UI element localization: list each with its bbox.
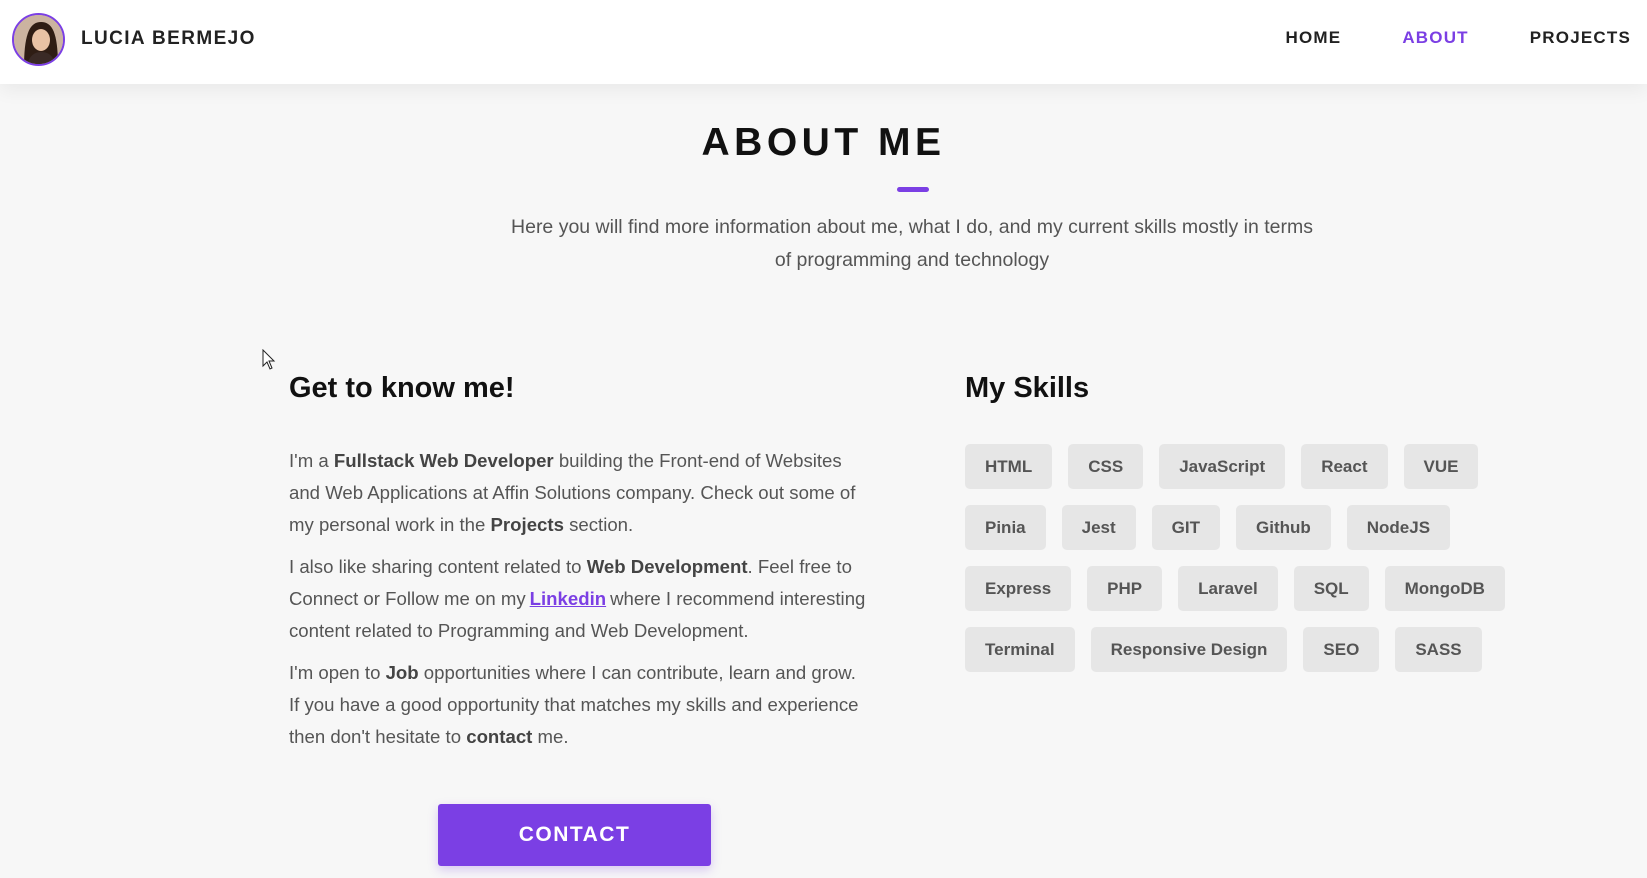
skill-chip-laravel: Laravel [1178, 566, 1278, 611]
skills-list: HTML CSS JavaScript React VUE Pinia Jest… [965, 444, 1525, 672]
site-header: LUCIA BERMEJO HOME ABOUT PROJECTS [0, 0, 1647, 84]
avatar[interactable] [12, 13, 65, 66]
text: I'm a [289, 450, 334, 471]
text: I'm open to [289, 662, 386, 683]
skill-chip-git: GIT [1151, 505, 1220, 550]
skill-chip-javascript: JavaScript [1159, 444, 1286, 489]
skill-chip-express: Express [965, 566, 1072, 611]
section-title: ABOUT ME [701, 121, 946, 164]
bold-text: contact [466, 726, 533, 747]
title-underline [897, 187, 929, 192]
about-text: I'm a Fullstack Web Developer building t… [289, 445, 869, 763]
nav-home[interactable]: HOME [1286, 28, 1342, 48]
skill-chip-mongodb: MongoDB [1384, 566, 1505, 611]
bold-text: Projects [490, 514, 564, 535]
skill-chip-react: React [1301, 444, 1388, 489]
bold-text: Job [385, 662, 419, 683]
skill-chip-github: Github [1236, 505, 1331, 550]
text: I also like sharing content related to [289, 556, 587, 577]
section-subtitle: Here you will find more information abou… [511, 216, 1313, 271]
skill-chip-nodejs: NodeJS [1346, 505, 1451, 550]
brand-name[interactable]: LUCIA BERMEJO [81, 28, 256, 50]
about-paragraph-1: I'm a Fullstack Web Developer building t… [289, 445, 869, 541]
nav-about[interactable]: ABOUT [1402, 28, 1468, 48]
skill-chip-html: HTML [965, 444, 1053, 489]
skill-chip-sass: SASS [1395, 627, 1482, 672]
linkedin-link[interactable]: Linkedin [530, 588, 606, 609]
text: section. [563, 514, 634, 535]
nav-projects[interactable]: PROJECTS [1530, 28, 1631, 48]
about-paragraph-3: I'm open to Job opportunities where I ca… [289, 657, 869, 753]
skill-chip-sql: SQL [1293, 566, 1369, 611]
bold-text: Web Development [586, 556, 748, 577]
skill-chip-vue: VUE [1403, 444, 1479, 489]
skill-chip-seo: SEO [1303, 627, 1380, 672]
text: me. [532, 726, 569, 747]
skills-heading: My Skills [965, 372, 1090, 404]
get-to-know-heading: Get to know me! [289, 372, 515, 404]
bold-text: Fullstack Web Developer [333, 450, 554, 471]
skill-chip-responsive-design: Responsive Design [1090, 627, 1288, 672]
skill-chip-css: CSS [1068, 444, 1144, 489]
skill-chip-jest: Jest [1061, 505, 1136, 550]
mouse-cursor-icon [262, 349, 276, 370]
main-nav: HOME ABOUT PROJECTS [1225, 28, 1632, 48]
skill-chip-terminal: Terminal [965, 627, 1075, 672]
about-paragraph-2: I also like sharing content related to W… [289, 551, 869, 647]
skill-chip-pinia: Pinia [965, 505, 1046, 550]
skill-chip-php: PHP [1087, 566, 1163, 611]
contact-button[interactable]: CONTACT [438, 804, 711, 866]
